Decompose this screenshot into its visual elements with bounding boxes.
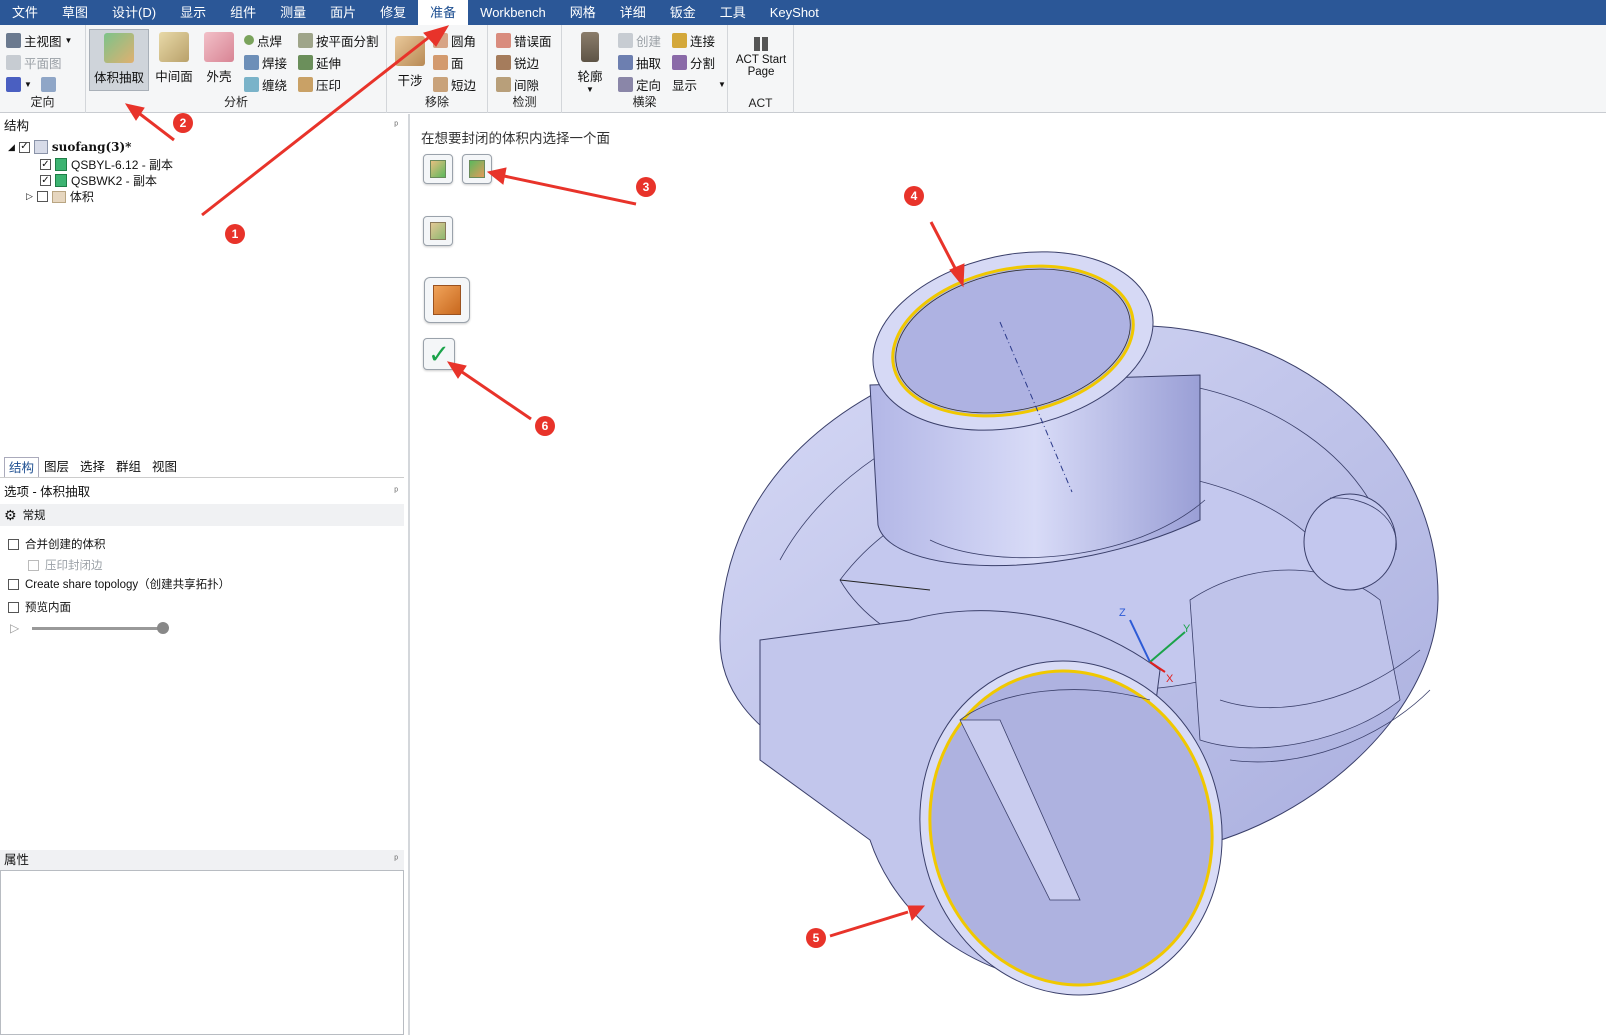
annotation-badge-5: 5 [806,928,826,948]
inlet-pipe[interactable] [856,227,1206,567]
arrow-3-head [486,167,507,185]
annotation-badge-3: 3 [636,177,656,197]
arrow-6 [461,370,532,421]
arrow-3 [503,174,637,206]
annotation-badge-6: 6 [535,416,555,436]
axis-x-label: X [1166,673,1174,685]
arrow-2 [139,112,175,142]
arrow-2-head [124,103,145,121]
arrow-4 [929,221,958,271]
axis-z-label: Z [1119,607,1126,619]
axis-y-label: Y [1183,623,1191,635]
arrow-6-head [446,361,467,379]
arrow-1 [201,36,429,217]
annotation-badge-1: 1 [225,224,245,244]
arrow-5 [829,910,909,938]
annotation-badge-2: 2 [173,113,193,133]
annotation-badge-4: 4 [904,186,924,206]
arrow-1-head [423,25,450,47]
model-viewport[interactable]: Z Y X [0,0,1606,1035]
